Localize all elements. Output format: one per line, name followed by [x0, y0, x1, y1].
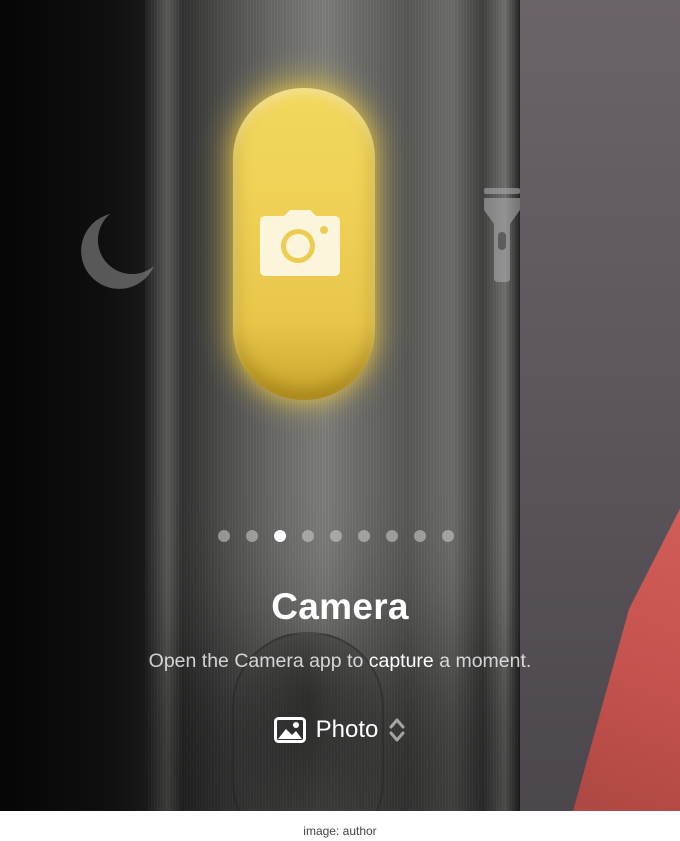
page-dot[interactable]	[302, 530, 314, 542]
feature-description: Open the Camera app to capture a moment.	[0, 650, 680, 673]
description-end: a moment.	[433, 650, 532, 672]
mode-label: Photo	[315, 716, 379, 743]
mode-selector[interactable]: Photo	[0, 712, 680, 748]
image-caption: image: author	[303, 824, 377, 838]
page-dot[interactable]	[414, 530, 426, 542]
up-down-chevron-icon[interactable]	[388, 716, 406, 744]
control-preview: Camera Open the Camera app to capture a …	[0, 0, 680, 811]
background-left	[0, 0, 160, 811]
photo-icon	[273, 717, 306, 743]
page-dot[interactable]	[442, 530, 454, 542]
page-dot[interactable]	[358, 530, 370, 542]
feature-title: Camera	[271, 586, 409, 627]
page-indicator[interactable]	[218, 528, 454, 544]
page-dot[interactable]	[386, 530, 398, 542]
flashlight-icon[interactable]	[480, 186, 524, 284]
page-dot[interactable]	[218, 530, 230, 542]
camera-icon	[260, 210, 340, 276]
page-dot[interactable]	[246, 530, 258, 542]
page-dot-active[interactable]	[274, 530, 286, 542]
description-emphasis: capture	[368, 650, 434, 672]
page-dot[interactable]	[330, 530, 342, 542]
moon-icon[interactable]	[80, 210, 156, 294]
description-start: Open the Camera app to	[148, 650, 369, 672]
